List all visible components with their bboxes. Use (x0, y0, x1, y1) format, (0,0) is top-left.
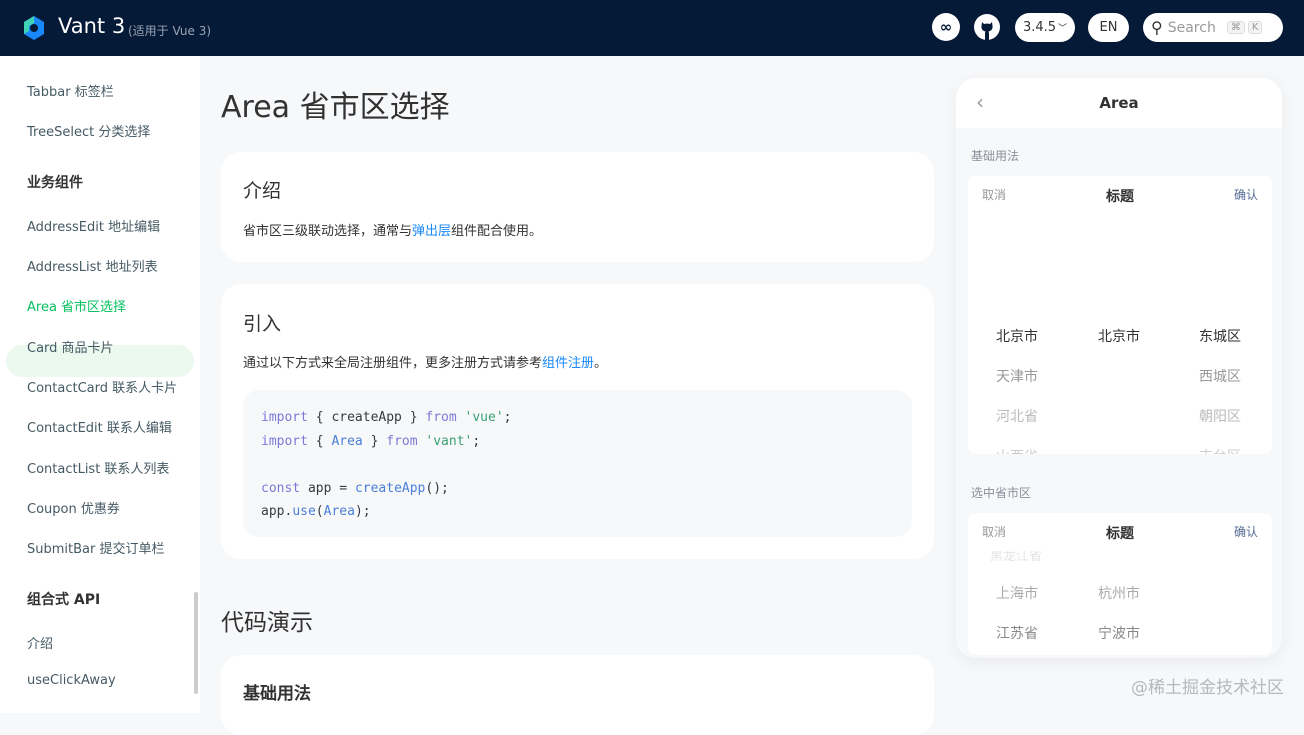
sidebar-group-composition-api: 组合式 API (27, 592, 101, 608)
code-line: app.use(Area); (261, 504, 371, 519)
brand-subtitle: (适用于 Vue 3) (128, 24, 212, 38)
nav-title: Area (1099, 94, 1139, 112)
search-icon: ⚲ (1151, 18, 1163, 37)
picker-option[interactable]: 黑龙江省 (990, 551, 1042, 564)
area-picker-selected: 取消 标题 确认 黑龙江省 上海市 江苏省 杭州市 宁波市 (968, 513, 1272, 655)
demo-heading: 代码演示 (221, 610, 313, 636)
intro-text-1: 省市区三级联动选择，通常与 (243, 224, 413, 239)
sidebar-item-addressedit[interactable]: AddressEdit 地址编辑 (27, 216, 160, 235)
sidebar-item-card[interactable]: Card 商品卡片 (27, 337, 114, 356)
version-label: 3.4.5 (1022, 20, 1057, 35)
nav-bar: ‹ Area (956, 78, 1282, 128)
sidebar-item-treeselect[interactable]: TreeSelect 分类选择 (27, 121, 150, 140)
picker-option[interactable]: 宁波市 (1098, 623, 1140, 643)
code-block: import { createApp } from 'vue'; import … (243, 390, 912, 537)
picker-option[interactable]: 东城区 (1199, 326, 1241, 346)
vant-logo-icon (24, 16, 44, 40)
code-line: import { createApp } from 'vue'; (261, 410, 512, 425)
top-header: Vant 3 (适用于 Vue 3) ∞ 3.4.5 ﹀ EN ⚲ Search ⌘ K (0, 0, 1304, 56)
confirm-button[interactable]: 确认 (1234, 186, 1258, 203)
demo-title-basic: 基础用法 (971, 149, 1020, 163)
import-heading: 引入 (243, 313, 282, 335)
kbd-k: K (1247, 21, 1263, 34)
sidebar-item-contactcard[interactable]: ContactCard 联系人卡片 (27, 377, 177, 396)
sidebar-item-addresslist[interactable]: AddressList 地址列表 (27, 256, 158, 275)
picker-option[interactable]: 杭州市 (1098, 583, 1140, 603)
picker-option[interactable]: 天津市 (996, 366, 1038, 386)
sidebar-item-tabbar[interactable]: Tabbar 标签栏 (27, 81, 114, 100)
sidebar-item-submitbar[interactable]: SubmitBar 提交订单栏 (27, 538, 164, 557)
sidebar-item-contactlist[interactable]: ContactList 联系人列表 (27, 458, 169, 477)
sidebar-scrollbar[interactable] (194, 592, 198, 694)
brand-title[interactable]: Vant 3 (58, 14, 125, 38)
search-input[interactable]: ⚲ Search ⌘ K (1143, 13, 1283, 42)
import-card: 引入 通过以下方式来全局注册组件，更多注册方式请参考组件注册。 import {… (221, 284, 934, 559)
link-icon[interactable]: ∞ (932, 13, 960, 41)
picker-title: 标题 (1106, 189, 1134, 205)
intro-heading: 介绍 (243, 180, 282, 202)
version-select[interactable]: 3.4.5 ﹀ (1015, 13, 1075, 42)
mobile-simulator: ‹ Area 基础用法 取消 标题 确认 北京市 天津市 河北省 山西省 北京市… (956, 78, 1282, 658)
picker-title: 标题 (1106, 526, 1134, 542)
intro-text: 省市区三级联动选择，通常与弹出层组件配合使用。 (243, 220, 542, 239)
area-picker-basic: 取消 标题 确认 北京市 天津市 河北省 山西省 北京市 东城区 西城区 朝阳区… (968, 176, 1272, 454)
import-text-2: 。 (594, 356, 608, 371)
picker-option[interactable]: 北京市 (996, 326, 1038, 346)
language-button[interactable]: EN (1088, 13, 1129, 42)
popup-link[interactable]: 弹出层 (412, 224, 451, 239)
import-text-1: 通过以下方式来全局注册组件，更多注册方式请参考 (243, 356, 543, 371)
sidebar-item-useclickaway[interactable]: useClickAway (27, 673, 116, 688)
component-register-link[interactable]: 组件注册 (542, 356, 594, 371)
picker-option[interactable]: 江苏省 (996, 623, 1038, 643)
intro-text-2: 组件配合使用。 (451, 224, 543, 239)
sidebar-item-intro[interactable]: 介绍 (27, 633, 53, 652)
sidebar-item-coupon[interactable]: Coupon 优惠券 (27, 498, 120, 517)
picker-option[interactable]: 丰台区 (1199, 446, 1241, 454)
picker-option[interactable]: 山西省 (996, 446, 1038, 454)
sidebar-group-business: 业务组件 (27, 175, 83, 191)
picker-option[interactable]: 朝阳区 (1199, 406, 1241, 426)
intro-card: 介绍 省市区三级联动选择，通常与弹出层组件配合使用。 (221, 152, 934, 262)
basic-usage-card: 基础用法 (221, 655, 934, 735)
picker-option[interactable]: 西城区 (1199, 366, 1241, 386)
code-line: import { Area } from 'vant'; (261, 433, 481, 449)
code-line: const app = createApp(); (261, 480, 449, 496)
github-icon[interactable] (973, 13, 1001, 41)
chevron-down-icon: ﹀ (1058, 24, 1068, 34)
import-text: 通过以下方式来全局注册组件，更多注册方式请参考组件注册。 (243, 352, 607, 371)
demo-title-selected: 选中省市区 (971, 486, 1032, 500)
picker-option[interactable]: 北京市 (1098, 326, 1140, 346)
sidebar-item-area[interactable]: Area 省市区选择 (27, 296, 126, 315)
confirm-button[interactable]: 确认 (1234, 523, 1258, 540)
sidebar-item-contactedit[interactable]: ContactEdit 联系人编辑 (27, 417, 172, 436)
page-title: Area 省市区选择 (221, 90, 450, 125)
watermark: @稀土掘金技术社区 (1131, 678, 1284, 698)
basic-usage-heading: 基础用法 (243, 684, 311, 704)
picker-option[interactable]: 上海市 (996, 583, 1038, 603)
sidebar: Tabbar 标签栏 TreeSelect 分类选择 业务组件 AddressE… (0, 56, 200, 713)
kbd-cmd: ⌘ (1226, 21, 1245, 34)
search-placeholder: Search (1167, 19, 1216, 36)
picker-option[interactable]: 河北省 (996, 406, 1038, 426)
